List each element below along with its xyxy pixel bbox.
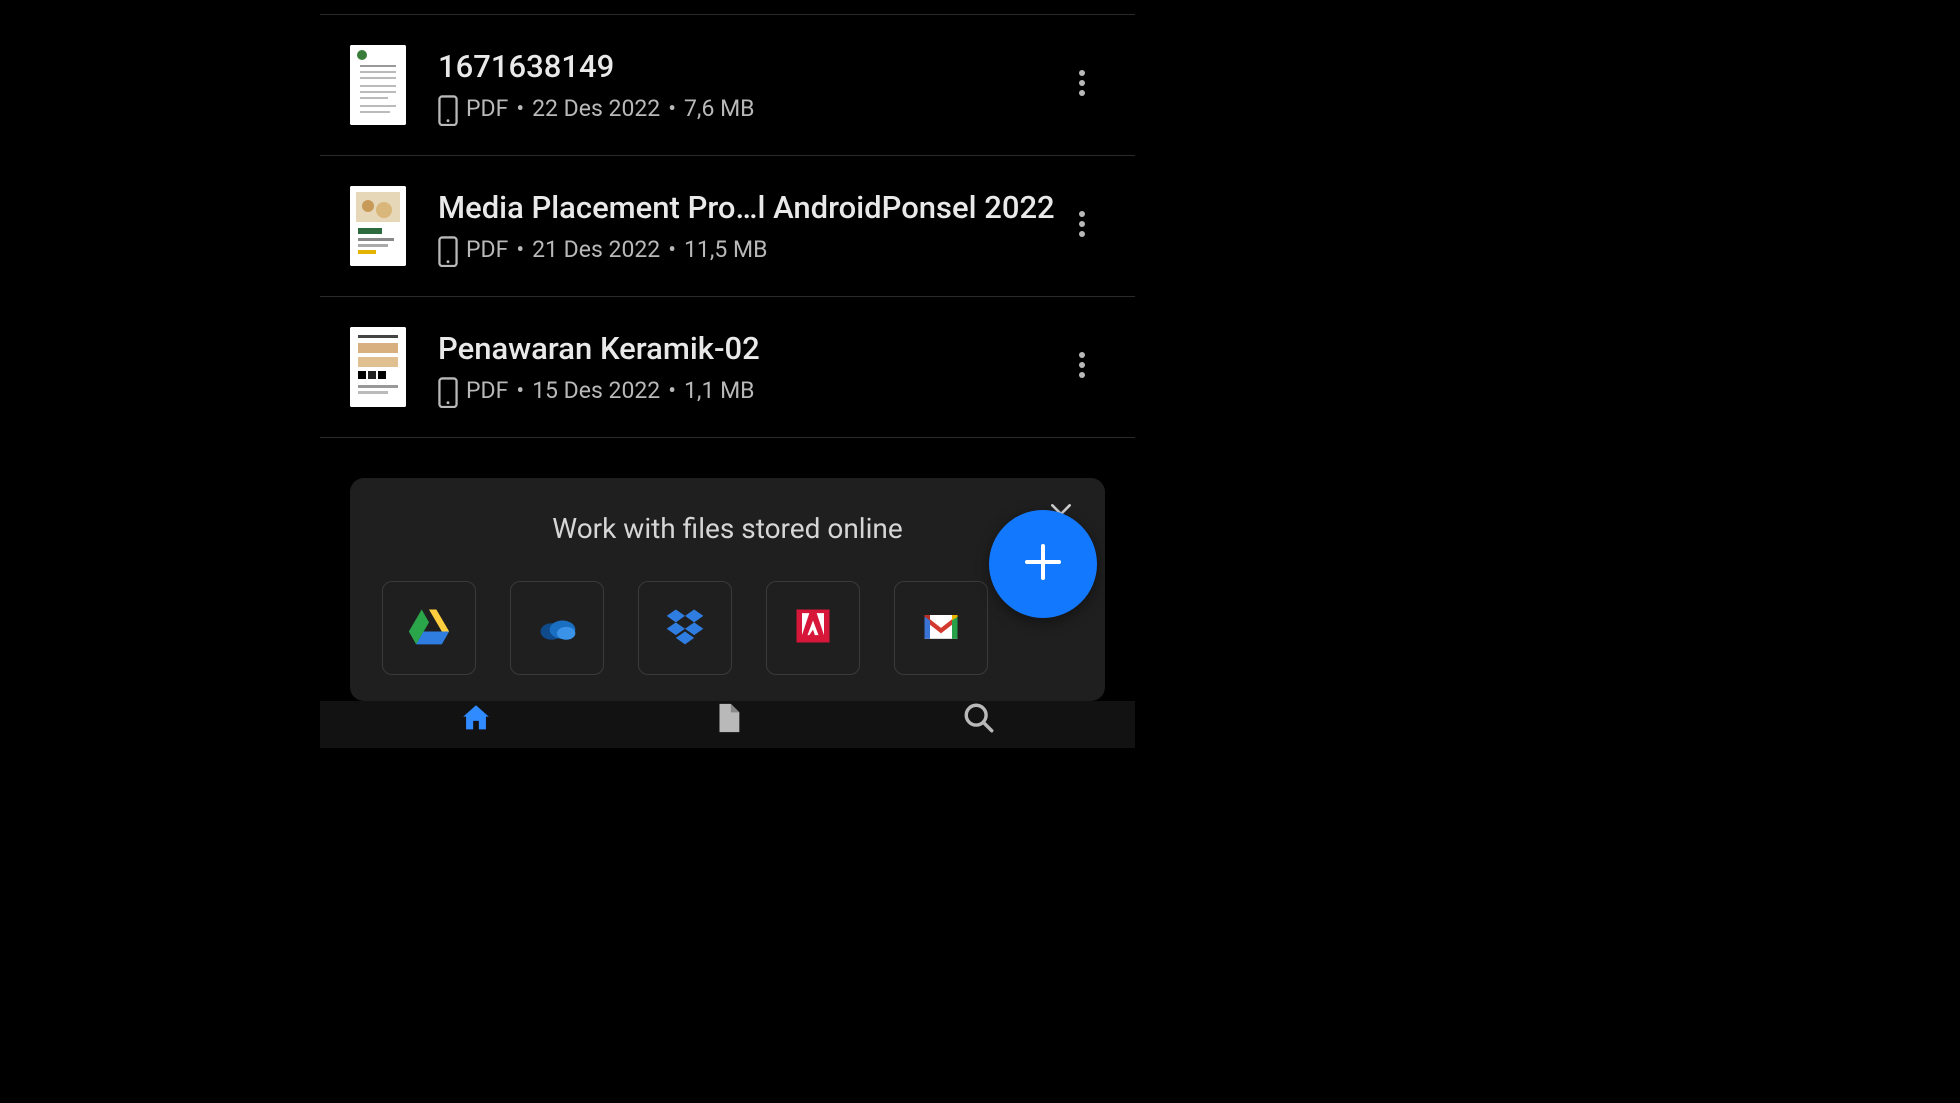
file-meta: PDF • 21 Des 2022 • 11,5 MB xyxy=(438,236,1059,264)
sep: • xyxy=(516,236,524,263)
file-thumbnail xyxy=(350,327,406,407)
file-size: 7,6 MB xyxy=(684,95,755,122)
file-meta: PDF • 15 Des 2022 • 1,1 MB xyxy=(438,377,1059,405)
provider-onedrive[interactable] xyxy=(510,581,604,675)
phone-icon xyxy=(438,95,458,123)
nav-search[interactable]: Search xyxy=(853,701,1105,748)
file-more-button[interactable] xyxy=(1059,344,1105,390)
provider-adobe[interactable] xyxy=(766,581,860,675)
sep: • xyxy=(516,377,524,404)
adobe-icon xyxy=(791,604,835,652)
sep: • xyxy=(516,95,524,122)
file-date: 22 Des 2022 xyxy=(532,95,660,122)
file-meta: PDF • 22 Des 2022 • 7,6 MB xyxy=(438,95,1059,123)
provider-google-drive[interactable] xyxy=(382,581,476,675)
file-row[interactable]: 1671638149 PDF • 22 Des 2022 • 7,6 MB xyxy=(320,14,1135,156)
add-fab[interactable] xyxy=(989,510,1097,618)
sep: • xyxy=(668,95,676,122)
nav-label: Files xyxy=(704,747,752,748)
file-thumbnail xyxy=(350,186,406,266)
more-vertical-icon xyxy=(1078,69,1086,101)
provider-row xyxy=(372,581,1083,675)
onedrive-icon xyxy=(535,604,579,652)
phone-icon xyxy=(438,236,458,264)
provider-dropbox[interactable] xyxy=(638,581,732,675)
provider-gmail[interactable] xyxy=(894,581,988,675)
file-title: Penawaran Keramik-02 xyxy=(438,330,1059,367)
file-type: PDF xyxy=(466,377,508,404)
card-title: Work with files stored online xyxy=(372,512,1083,545)
sep: • xyxy=(668,236,676,263)
plus-icon xyxy=(1019,538,1067,590)
sep: • xyxy=(668,377,676,404)
file-info: Media Placement Pro…l AndroidPonsel 2022… xyxy=(406,189,1059,264)
google-drive-icon xyxy=(407,604,451,652)
file-row[interactable]: Penawaran Keramik-02 PDF • 15 Des 2022 •… xyxy=(320,297,1135,438)
file-size: 11,5 MB xyxy=(684,236,767,263)
search-icon xyxy=(962,701,996,741)
file-info: Penawaran Keramik-02 PDF • 15 Des 2022 •… xyxy=(406,330,1059,405)
file-icon xyxy=(711,701,745,741)
phone-icon xyxy=(438,377,458,405)
file-thumbnail xyxy=(350,45,406,125)
dropbox-icon xyxy=(663,604,707,652)
nav-label: Search xyxy=(944,747,1015,748)
file-more-button[interactable] xyxy=(1059,62,1105,108)
bottom-nav: Home Files Search xyxy=(320,701,1135,748)
file-size: 1,1 MB xyxy=(684,377,755,404)
home-icon xyxy=(459,701,493,741)
file-type: PDF xyxy=(466,236,508,263)
online-storage-card: Work with files stored online xyxy=(350,478,1105,701)
file-date: 21 Des 2022 xyxy=(532,236,660,263)
file-title: 1671638149 xyxy=(438,48,1059,85)
nav-files[interactable]: Files xyxy=(602,701,854,748)
file-title: Media Placement Pro…l AndroidPonsel 2022 xyxy=(438,189,1059,226)
more-vertical-icon xyxy=(1078,351,1086,383)
nav-home[interactable]: Home xyxy=(350,701,602,748)
file-more-button[interactable] xyxy=(1059,203,1105,249)
nav-label: Home xyxy=(445,747,507,748)
gmail-icon xyxy=(919,604,963,652)
file-info: 1671638149 PDF • 22 Des 2022 • 7,6 MB xyxy=(406,48,1059,123)
file-type: PDF xyxy=(466,95,508,122)
file-date: 15 Des 2022 xyxy=(532,377,660,404)
file-row[interactable]: Media Placement Pro…l AndroidPonsel 2022… xyxy=(320,156,1135,297)
app-frame: 1671638149 PDF • 22 Des 2022 • 7,6 MB xyxy=(320,0,1135,748)
more-vertical-icon xyxy=(1078,210,1086,242)
